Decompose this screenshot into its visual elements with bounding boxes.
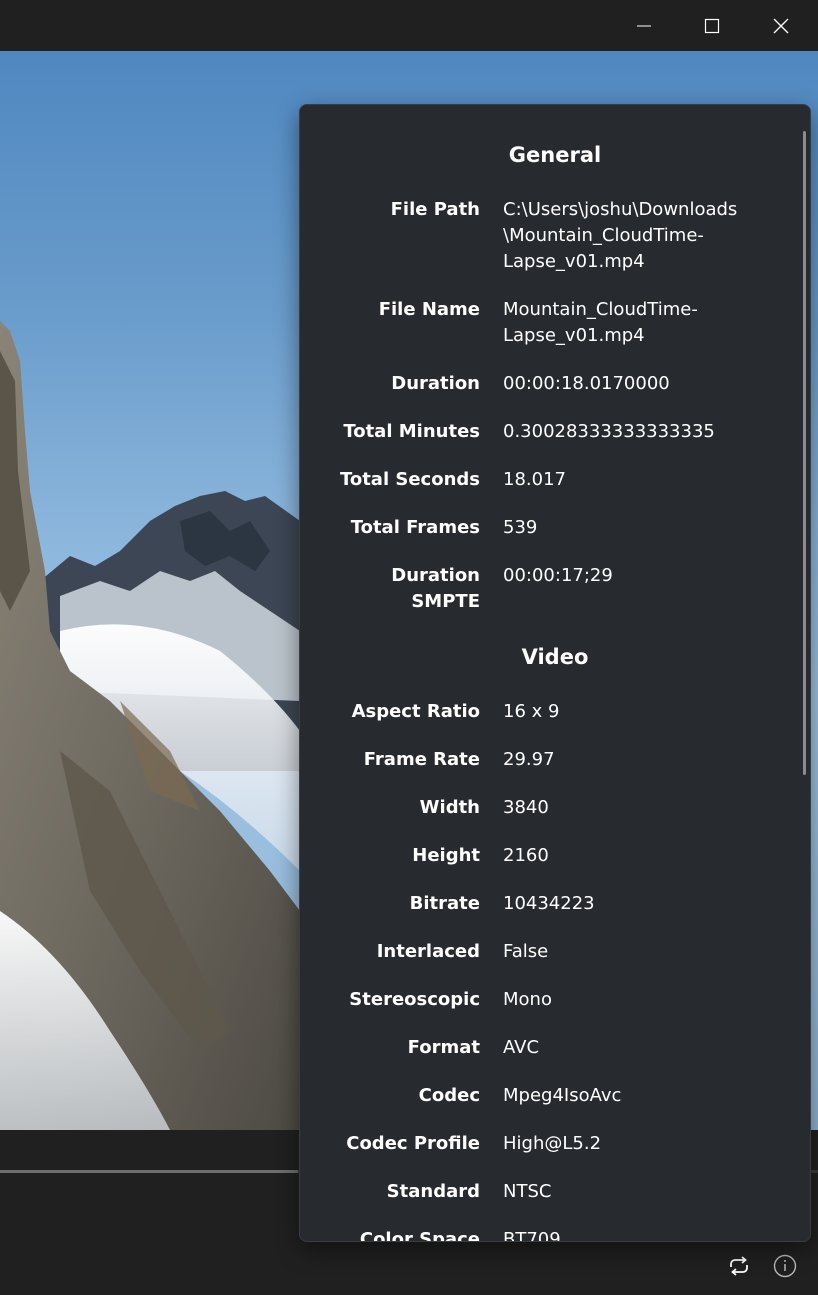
info-row-label: Total Seconds (339, 469, 480, 490)
minimize-icon (637, 25, 651, 26)
info-icon (773, 1254, 797, 1278)
info-row-label: Stereoscopic (349, 989, 480, 1010)
info-row-label: Format (407, 1037, 480, 1058)
minimize-button[interactable] (621, 0, 667, 51)
info-row-label: Codec (418, 1085, 480, 1106)
info-row-label: Aspect Ratio (351, 701, 480, 722)
close-button[interactable] (758, 0, 804, 51)
info-row-value: AVC (503, 1037, 540, 1058)
info-panel-scrollbar[interactable] (803, 131, 806, 775)
title-bar (0, 0, 818, 51)
info-row-label: File Name (378, 299, 480, 320)
media-info-panel[interactable]: General File Path C:\Users\joshu\Download… (299, 104, 811, 1242)
close-icon (773, 18, 789, 33)
maximize-button[interactable] (689, 0, 735, 51)
info-row-label: Interlaced (376, 941, 480, 962)
info-row-value: 10434223 (503, 893, 595, 914)
maximize-icon (704, 18, 720, 33)
info-row-value: BT709 (503, 1229, 561, 1242)
info-row-label: Codec Profile (346, 1133, 480, 1154)
info-row-value: 539 (503, 517, 538, 538)
info-row-label: Color Space (359, 1229, 480, 1242)
info-row-value: 16 x 9 (503, 701, 560, 722)
loop-button[interactable] (721, 1248, 757, 1284)
section-title-general: General (508, 143, 602, 167)
info-row-value: 0.30028333333333335 (503, 421, 715, 442)
section-title-video: Video (521, 645, 589, 669)
info-row-label: Duration (391, 373, 480, 394)
info-row-label: Total Minutes (343, 421, 480, 442)
info-row-label: Bitrate (409, 893, 480, 914)
info-row-label: Total Frames (350, 517, 480, 538)
info-row-value: Mountain_CloudTime- Lapse_v01.mp4 (503, 299, 698, 346)
info-row-value: 2160 (503, 845, 549, 866)
info-row-value: Mono (503, 989, 552, 1010)
info-row-value: High@L5.2 (503, 1133, 602, 1154)
info-button[interactable] (767, 1248, 803, 1284)
info-row-value: 3840 (503, 797, 549, 818)
info-row-label: Width (419, 797, 480, 818)
info-row-value: 29.97 (503, 749, 555, 770)
info-row-label: Duration SMPTE (391, 565, 480, 612)
info-row-value: C:\Users\joshu\Downloads \Mountain_Cloud… (503, 199, 738, 272)
info-row-value: Mpeg4IsoAvc (503, 1085, 622, 1106)
info-row-label: File Path (390, 199, 480, 220)
repeat-icon (730, 1256, 748, 1276)
info-row-value: NTSC (503, 1181, 552, 1202)
info-row-value: False (503, 941, 549, 962)
info-row-value: 00:00:18.0170000 (503, 373, 670, 394)
info-row-value: 00:00:17;29 (503, 565, 613, 586)
info-row-label: Standard (386, 1181, 480, 1202)
info-row-label: Height (412, 845, 480, 866)
seek-bar-progress (0, 1170, 298, 1173)
info-row-label: Frame Rate (363, 749, 480, 770)
info-row-value: 18.017 (503, 469, 566, 490)
